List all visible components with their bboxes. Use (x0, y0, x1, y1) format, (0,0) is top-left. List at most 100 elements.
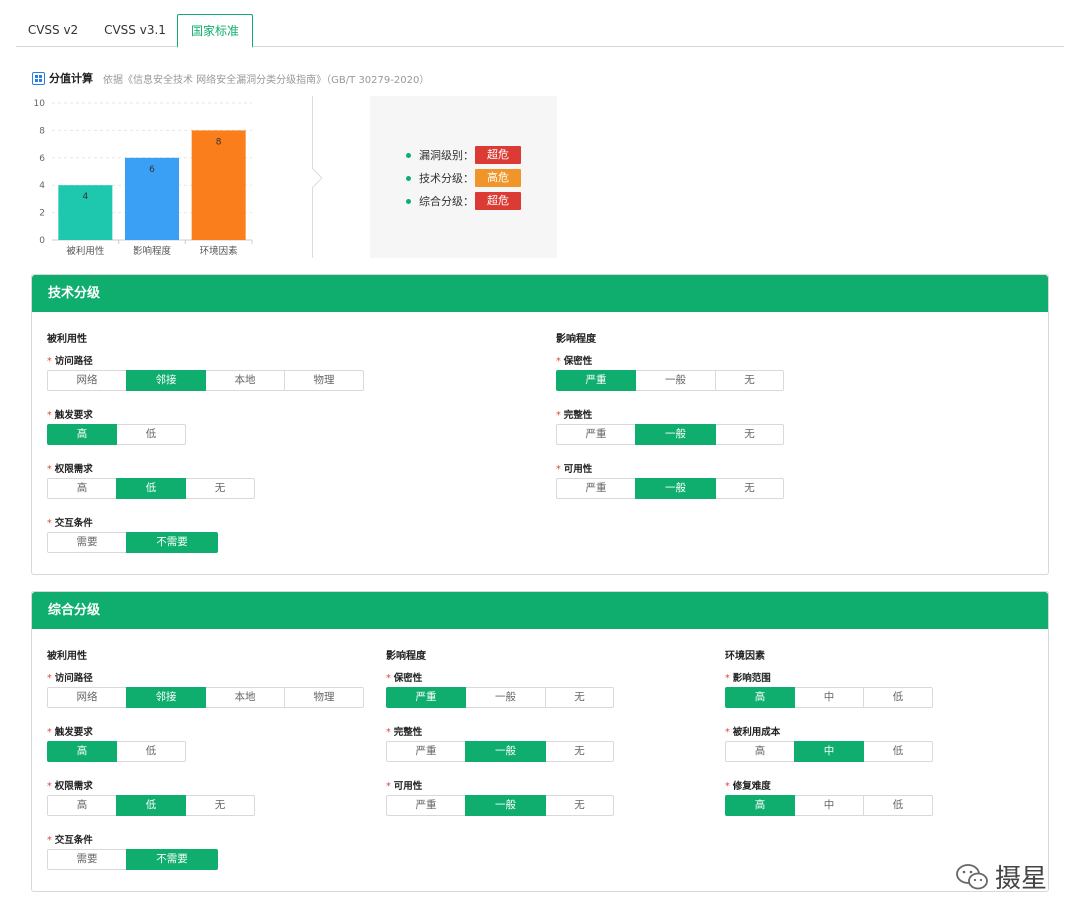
overall-availability-selector: 严重 一般无 (386, 795, 614, 816)
option-button[interactable]: 严重 (386, 795, 466, 816)
overall-access-selector: 网络 邻接 本地 物理 (47, 687, 364, 708)
option-button[interactable]: 中 (794, 687, 864, 708)
option-button[interactable]: 一般 (635, 478, 716, 499)
y-tick-label: 8 (39, 126, 45, 136)
tab-cvss-v31[interactable]: CVSS v3.1 (98, 14, 172, 47)
option-button[interactable]: 一般 (465, 795, 546, 816)
tech-exploit-title: 被利用性 (47, 334, 87, 345)
option-button[interactable]: 低 (116, 795, 186, 816)
overall-cost-selector: 高中低 (725, 741, 933, 762)
x-tick-label: 环境因素 (200, 245, 239, 257)
option-button[interactable]: 本地 (205, 370, 285, 391)
score-heading: 分值计算 依据《信息安全技术 网络安全漏洞分类分级指南》（GB/T 30279-… (32, 69, 429, 87)
option-button[interactable]: 中 (794, 795, 864, 816)
score-basis: 依据《信息安全技术 网络安全漏洞分类分级指南》（GB/T 30279-2020） (103, 74, 430, 86)
overall-interaction-label: * 交互条件 (47, 835, 93, 846)
option-button[interactable]: 网络 (47, 687, 127, 708)
tab-national-standard[interactable]: 国家标准 (177, 14, 253, 48)
option-button[interactable]: 网络 (47, 370, 127, 391)
option-button[interactable]: 高 (725, 795, 795, 816)
overall-trigger-selector: 高低 (47, 741, 186, 762)
option-button[interactable]: 邻接 (126, 687, 206, 708)
option-button[interactable]: 严重 (386, 687, 466, 708)
tab-cvss-v2[interactable]: CVSS v2 (16, 14, 90, 47)
y-tick-label: 2 (39, 209, 45, 219)
status-badge: 超危 (475, 192, 521, 210)
watermark-text: 摄星 (995, 864, 1048, 894)
option-button[interactable]: 物理 (284, 687, 364, 708)
y-tick-label: 0 (39, 236, 45, 246)
overall-access-label: * 访问路径 (47, 673, 93, 684)
option-button[interactable]: 无 (545, 795, 614, 816)
option-button[interactable]: 低 (863, 741, 933, 762)
bullet-icon (406, 175, 411, 181)
option-button[interactable]: 高 (725, 741, 795, 762)
overall-scope-label: * 影响范围 (725, 673, 771, 684)
option-button[interactable]: 严重 (556, 370, 636, 391)
option-button[interactable]: 高 (47, 795, 117, 816)
option-button[interactable]: 低 (116, 741, 186, 762)
overall-privilege-label: * 权限需求 (47, 781, 93, 792)
status-badge: 超危 (475, 146, 521, 164)
option-button[interactable]: 物理 (284, 370, 364, 391)
tech-interaction-label: * 交互条件 (47, 518, 93, 529)
result-overall-level: 综合分级： 超危 (406, 192, 521, 210)
result-tech-level: 技术分级： 高危 (406, 169, 521, 187)
overall-interaction-selector: 需要 不需要 (47, 849, 218, 870)
option-button[interactable]: 一般 (465, 687, 546, 708)
chevron-right-icon (312, 168, 323, 188)
overall-env-title: 环境因素 (725, 651, 765, 662)
option-button[interactable]: 严重 (556, 478, 636, 499)
watermark: 摄星 (955, 858, 1047, 895)
tech-confidentiality-label: * 保密性 (556, 356, 593, 367)
calculator-icon (32, 71, 45, 85)
overall-privilege-selector: 高低无 (47, 795, 255, 816)
option-button[interactable]: 邻接 (126, 370, 206, 391)
option-button[interactable]: 需要 (47, 532, 127, 553)
overall-integrity-label: * 完整性 (386, 727, 423, 738)
y-tick-label: 10 (34, 99, 46, 109)
option-button[interactable]: 本地 (205, 687, 285, 708)
option-button[interactable]: 无 (545, 687, 614, 708)
option-button[interactable]: 无 (715, 478, 784, 499)
data-label: 4 (82, 192, 88, 202)
option-button[interactable]: 低 (116, 478, 186, 499)
option-button[interactable]: 低 (863, 687, 933, 708)
x-tick-label: 影响程度 (133, 245, 172, 257)
data-label: 6 (149, 165, 155, 175)
option-button[interactable]: 无 (715, 370, 784, 391)
option-button[interactable]: 不需要 (126, 532, 218, 553)
data-label: 8 (216, 137, 222, 147)
y-tick-label: 4 (39, 181, 45, 191)
tech-grading-title: 技术分级 (32, 275, 1048, 312)
option-button[interactable]: 高 (47, 424, 117, 445)
overall-repair-selector: 高中低 (725, 795, 933, 816)
score-title: 分值计算 (49, 72, 93, 85)
option-button[interactable]: 低 (116, 424, 186, 445)
option-button[interactable]: 一般 (465, 741, 546, 762)
option-button[interactable]: 无 (715, 424, 784, 445)
option-button[interactable]: 无 (185, 795, 255, 816)
option-button[interactable]: 低 (863, 795, 933, 816)
option-button[interactable]: 需要 (47, 849, 127, 870)
option-button[interactable]: 高 (725, 687, 795, 708)
overall-exploit-title: 被利用性 (47, 651, 87, 662)
score-bar-chart: 0 2 4 6 8 10 4 被利用性 6 影响程度 8 环境因素 (34, 99, 253, 257)
option-button[interactable]: 高 (47, 741, 117, 762)
option-button[interactable]: 严重 (556, 424, 636, 445)
option-button[interactable]: 不需要 (126, 849, 218, 870)
option-button[interactable]: 一般 (635, 370, 716, 391)
overall-grading-panel: 综合分级 被利用性 * 访问路径 网络 邻接 本地 物理 * 触发要求 高低 * 权限需求 … (31, 591, 1049, 892)
overall-scope-selector: 高中低 (725, 687, 933, 708)
option-button[interactable]: 无 (185, 478, 255, 499)
tech-confidentiality-selector: 严重 一般无 (556, 370, 784, 391)
option-button[interactable]: 无 (545, 741, 614, 762)
tech-trigger-selector: 高低 (47, 424, 186, 445)
option-button[interactable]: 中 (794, 741, 864, 762)
option-button[interactable]: 一般 (635, 424, 716, 445)
option-button[interactable]: 高 (47, 478, 117, 499)
overall-confidentiality-label: * 保密性 (386, 673, 423, 684)
option-button[interactable]: 严重 (386, 741, 466, 762)
tech-integrity-selector: 严重 一般无 (556, 424, 784, 445)
tech-privilege-selector: 高低无 (47, 478, 255, 499)
